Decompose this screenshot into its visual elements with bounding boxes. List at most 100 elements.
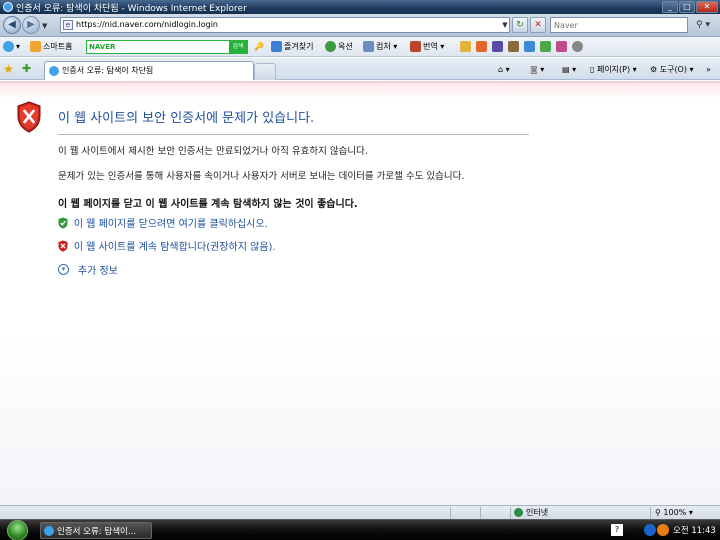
system-tray: ? 오전 11:43 (605, 520, 720, 540)
risk-description-text: 문제가 있는 인증서를 통해 사용자를 속이거나 사용자가 서버로 보내는 데이… (58, 171, 465, 182)
maximize-button[interactable]: □ (679, 1, 695, 13)
printer-icon: ▤ (562, 65, 570, 74)
smart-home-button[interactable]: 스마트홈 (30, 40, 72, 54)
naver-search-button[interactable]: 검색 (229, 41, 247, 53)
toolbar-icon-3[interactable] (492, 40, 505, 54)
address-dropdown[interactable]: ▼ (500, 17, 510, 33)
page-title: 이 웹 사이트의 보안 인증서에 문제가 있습니다. (58, 111, 315, 126)
certificate-expired-text: 이 웹 사이트에서 제시한 보안 인증서는 만료되었거나 아직 유효하지 않습니… (58, 146, 368, 157)
favorites-button[interactable]: 즐겨찾기 (271, 40, 313, 54)
tab-label: 인증서 오류: 탐색이 차단됨 (62, 66, 154, 75)
address-bar-row: ◀ ▶ ▼ e https://nid.naver.com/nidlogin.l… (0, 14, 720, 37)
naver-search-box[interactable]: NAVER 검색 (86, 40, 248, 54)
clock[interactable]: 오전 11:43 (673, 524, 716, 536)
translate-button[interactable]: 번역 ▾ (410, 40, 444, 54)
header-fade (0, 83, 720, 99)
home-button[interactable]: ⌂ ▾ (498, 63, 510, 77)
add-favorites-icon[interactable]: ✚ (22, 62, 31, 76)
toolbar-icon-1[interactable] (460, 40, 473, 54)
translate-icon (410, 41, 421, 52)
capture-label: 컴처 (376, 42, 391, 51)
home-icon: ⌂ (498, 65, 504, 74)
favorites-center-icon[interactable]: ★ (3, 62, 14, 76)
smart-home-label: 스마트홈 (43, 42, 73, 51)
feeds-button[interactable]: ◙ ▾ (530, 63, 544, 77)
continue-link-text[interactable]: 이 웹 사이트를 계속 탐색합니다(권장하지 않음). (74, 242, 276, 253)
language-indicator[interactable]: ? (611, 524, 623, 536)
magnifier-icon: ⚲ (655, 508, 661, 517)
tools-menu-label: 도구(O) (659, 65, 687, 74)
search-box[interactable] (550, 17, 688, 33)
star-icon (271, 41, 282, 52)
more-information-toggle[interactable]: ▾ 추가 정보 (58, 262, 118, 277)
close-page-link[interactable]: 이 웹 페이지를 닫으려면 여기를 클릭하십시오. (58, 215, 268, 230)
auction-label: 옥션 (338, 42, 353, 51)
mail-icon (508, 41, 519, 52)
puzzle-icon (524, 41, 535, 52)
capture-button[interactable]: 컴처 ▾ (363, 40, 397, 54)
search-input[interactable] (551, 18, 687, 32)
page-icon: e (63, 20, 73, 30)
status-separator (480, 507, 481, 519)
capture-icon (363, 41, 374, 52)
stop-button[interactable]: ✕ (530, 17, 546, 33)
more-information-label[interactable]: 추가 정보 (78, 266, 118, 277)
ie-menu-button[interactable]: ▾ (3, 40, 20, 54)
update-icon[interactable] (657, 524, 669, 536)
back-button[interactable]: ◀ (3, 16, 21, 34)
naver-logo: NAVER (89, 43, 116, 51)
refresh-icon: ↻ (516, 20, 524, 30)
url-text[interactable]: https://nid.naver.com/nidlogin.login (76, 20, 218, 29)
zoom-level[interactable]: ⚲ 100% ▾ (655, 507, 693, 519)
toolbar-icon-2[interactable] (476, 40, 489, 54)
security-shield-icon (17, 101, 41, 133)
settings-icon (572, 41, 583, 52)
taskbar: 인증서 오류: 탐색이... ? 오전 11:43 (0, 519, 720, 540)
page-menu[interactable]: ▯ 페이지(P) ▾ (590, 63, 637, 77)
divider (58, 134, 529, 135)
error-page: 이 웹 사이트의 보안 인증서에 문제가 있습니다. 이 웹 사이트에서 제시한… (0, 81, 720, 505)
close-page-link-text[interactable]: 이 웹 페이지를 닫으려면 여기를 클릭하십시오. (74, 219, 268, 230)
key-icon[interactable]: 🔑 (254, 40, 264, 54)
minimize-button[interactable]: _ (662, 1, 678, 13)
recent-pages-dropdown[interactable]: ▼ (42, 22, 47, 30)
address-field[interactable]: e https://nid.naver.com/nidlogin.login (60, 17, 510, 33)
status-separator (510, 507, 511, 519)
windows-logo-icon (7, 520, 28, 540)
window-controls: _ □ ✕ (662, 1, 718, 13)
tab-certificate-error[interactable]: 인증서 오류: 탐색이 차단됨 (44, 61, 254, 80)
toolbar: ▾ 스마트홈 NAVER 검색 🔑 즐겨찾기 옥션 컴처 ▾ 번역 ▾ (0, 37, 720, 57)
ie-icon (49, 66, 59, 76)
zoom-value: 100% (663, 508, 687, 517)
print-button[interactable]: ▤ ▾ (562, 63, 576, 77)
page-menu-label: 페이지(P) (596, 65, 631, 74)
ie-icon (3, 41, 14, 52)
new-tab-button[interactable] (254, 63, 276, 80)
auction-button[interactable]: 옥션 (325, 40, 353, 54)
network-icon[interactable] (644, 524, 656, 536)
more-commands-button[interactable]: » (706, 63, 711, 77)
continue-to-site-link[interactable]: 이 웹 사이트를 계속 탐색합니다(권장하지 않음). (58, 238, 276, 253)
title-bar: 인증서 오류: 탐색이 차단됨 - Windows Internet Explo… (0, 0, 720, 14)
forward-button[interactable]: ▶ (22, 16, 40, 34)
red-shield-icon (58, 240, 68, 252)
security-zone[interactable]: 인터넷 (514, 507, 548, 519)
refresh-button[interactable]: ↻ (512, 17, 528, 33)
green-shield-icon (58, 217, 68, 229)
toolbar-icon-4[interactable] (508, 40, 521, 54)
globe-icon (514, 508, 523, 517)
search-go-button[interactable]: ⚲ ▾ (690, 17, 716, 33)
gear-icon: ⚙ (650, 65, 658, 74)
window-title: 인증서 오류: 탐색이 차단됨 - Windows Internet Explo… (16, 4, 247, 14)
close-button[interactable]: ✕ (696, 1, 718, 13)
start-button[interactable] (4, 520, 32, 540)
status-separator (450, 507, 451, 519)
tools-menu[interactable]: ⚙ 도구(O) ▾ (650, 63, 694, 77)
toolbar-icon-6[interactable] (540, 40, 553, 54)
toolbar-icon-7[interactable] (556, 40, 569, 54)
taskbar-ie-window[interactable]: 인증서 오류: 탐색이... (40, 522, 152, 539)
toolbar-icon-5[interactable] (524, 40, 537, 54)
ie-icon (3, 2, 13, 12)
auction-icon (325, 41, 336, 52)
toolbar-icon-8[interactable] (572, 40, 585, 54)
